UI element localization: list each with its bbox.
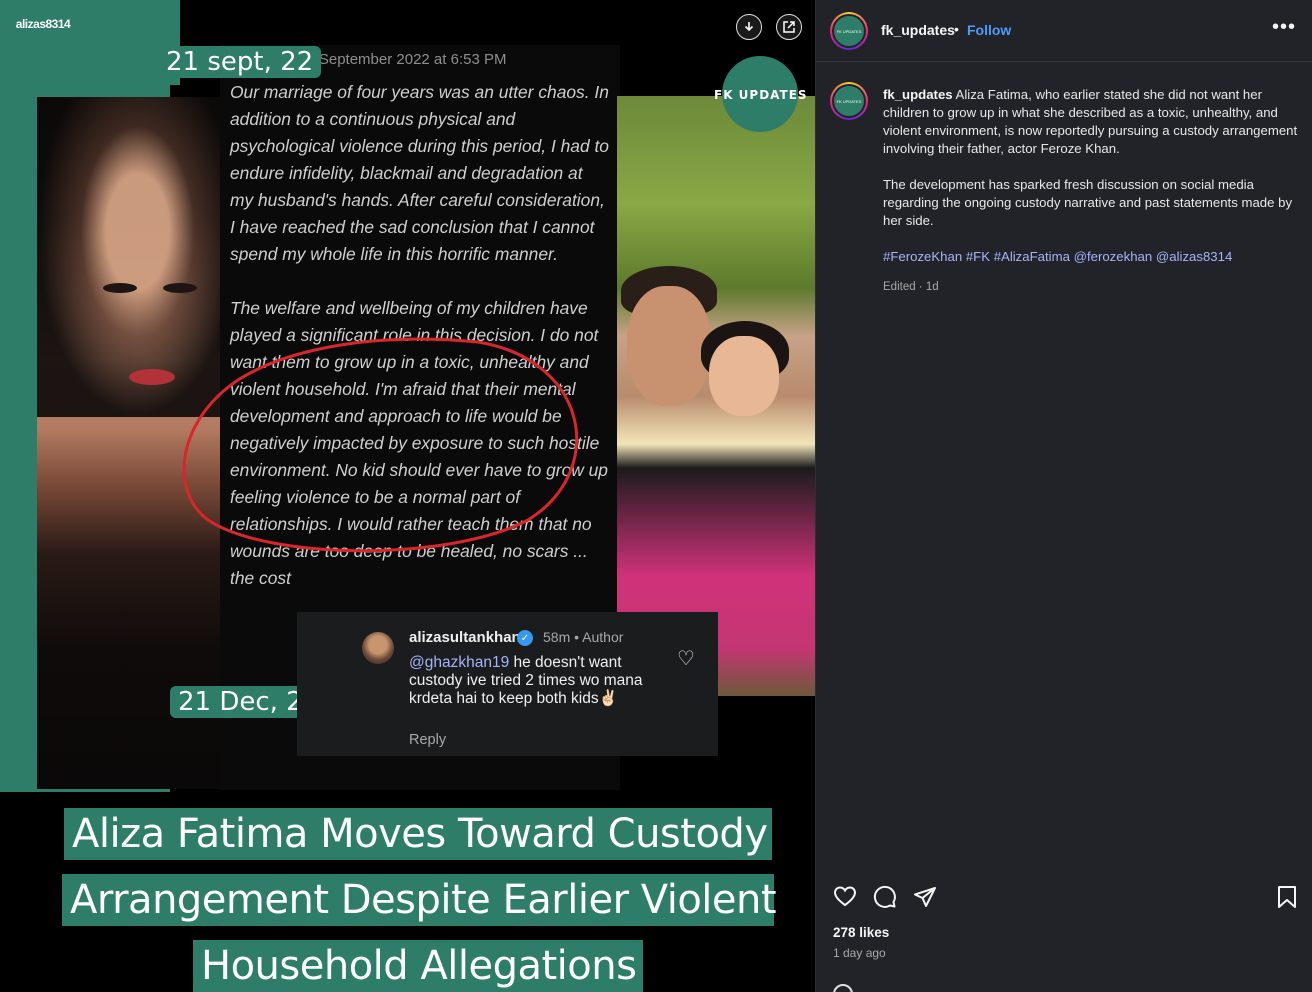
like-icon[interactable] <box>832 884 858 910</box>
open-external-icon[interactable] <box>776 14 802 40</box>
statement-header: 21 September 2022 at 6:53 PM <box>298 51 507 68</box>
caption-hashtags[interactable]: #FerozeKhan #FK #AlizaFatima @ferozekhan… <box>883 248 1303 266</box>
action-bar <box>816 878 1312 918</box>
verified-icon: ✓ <box>517 630 533 646</box>
avatar <box>362 632 394 664</box>
bookmark-icon[interactable] <box>1274 884 1300 910</box>
post-caption: fk_updates Aliza Fatima, who earlier sta… <box>883 86 1303 314</box>
download-icon[interactable] <box>736 14 762 40</box>
date-label-top: 21 sept, 22 <box>158 46 322 78</box>
statement-paragraph: The welfare and wellbeing of my children… <box>230 298 608 588</box>
headline-line: Arrangement Despite Earlier Violent <box>62 874 777 926</box>
post-time: 1 day ago <box>833 946 886 960</box>
headline-line: Aliza Fatima Moves Toward Custody <box>64 808 772 860</box>
post-media: 21 September 2022 at 6:53 PM Our marriag… <box>0 0 815 992</box>
follow-button[interactable]: Follow <box>967 22 1011 38</box>
share-icon[interactable] <box>912 884 938 910</box>
header-username[interactable]: fk_updates <box>881 22 955 38</box>
statement-body: Our marriage of four years was an utter … <box>230 79 610 619</box>
post-side-panel: FK UPDATES fk_updates • Follow ••• FK UP… <box>815 0 1312 992</box>
comment-meta: 58m • Author <box>543 629 624 645</box>
caption-paragraph: fk_updates Aliza Fatima, who earlier sta… <box>883 86 1303 158</box>
man-and-child-photo <box>617 96 815 696</box>
separator-dot: • <box>954 21 959 37</box>
heart-icon: ♡ <box>677 648 695 670</box>
comment-username: alizasultankhan <box>409 629 521 646</box>
watermark-username: alizas8314 <box>4 6 82 42</box>
fk-updates-badge-text: FK UPDATES <box>714 88 808 102</box>
headline-line: Household Allegations <box>193 940 643 992</box>
comment-screenshot: alizasultankhan ✓ 58m • Author @ghazkhan… <box>297 612 718 756</box>
caption-paragraph: The development has sparked fresh discus… <box>883 177 1293 228</box>
avatar[interactable]: FK UPDATES <box>830 12 868 50</box>
emoji-icon[interactable] <box>833 984 853 992</box>
edited-timestamp: Edited · 1d <box>883 281 939 293</box>
avatar[interactable]: FK UPDATES <box>830 82 868 120</box>
comment-icon[interactable] <box>872 884 898 910</box>
post-header: FK UPDATES fk_updates • Follow ••• <box>816 0 1312 62</box>
comment-text: @ghazkhan19 he doesn't want custody ive … <box>409 654 659 708</box>
comment-mention: @ghazkhan19 <box>409 654 510 671</box>
statement-paragraph: Our marriage of four years was an utter … <box>230 82 609 264</box>
like-count[interactable]: 278 likes <box>833 925 889 940</box>
caption-username[interactable]: fk_updates <box>883 87 953 102</box>
reply-button: Reply <box>409 732 447 748</box>
more-options-icon[interactable]: ••• <box>1272 16 1296 39</box>
